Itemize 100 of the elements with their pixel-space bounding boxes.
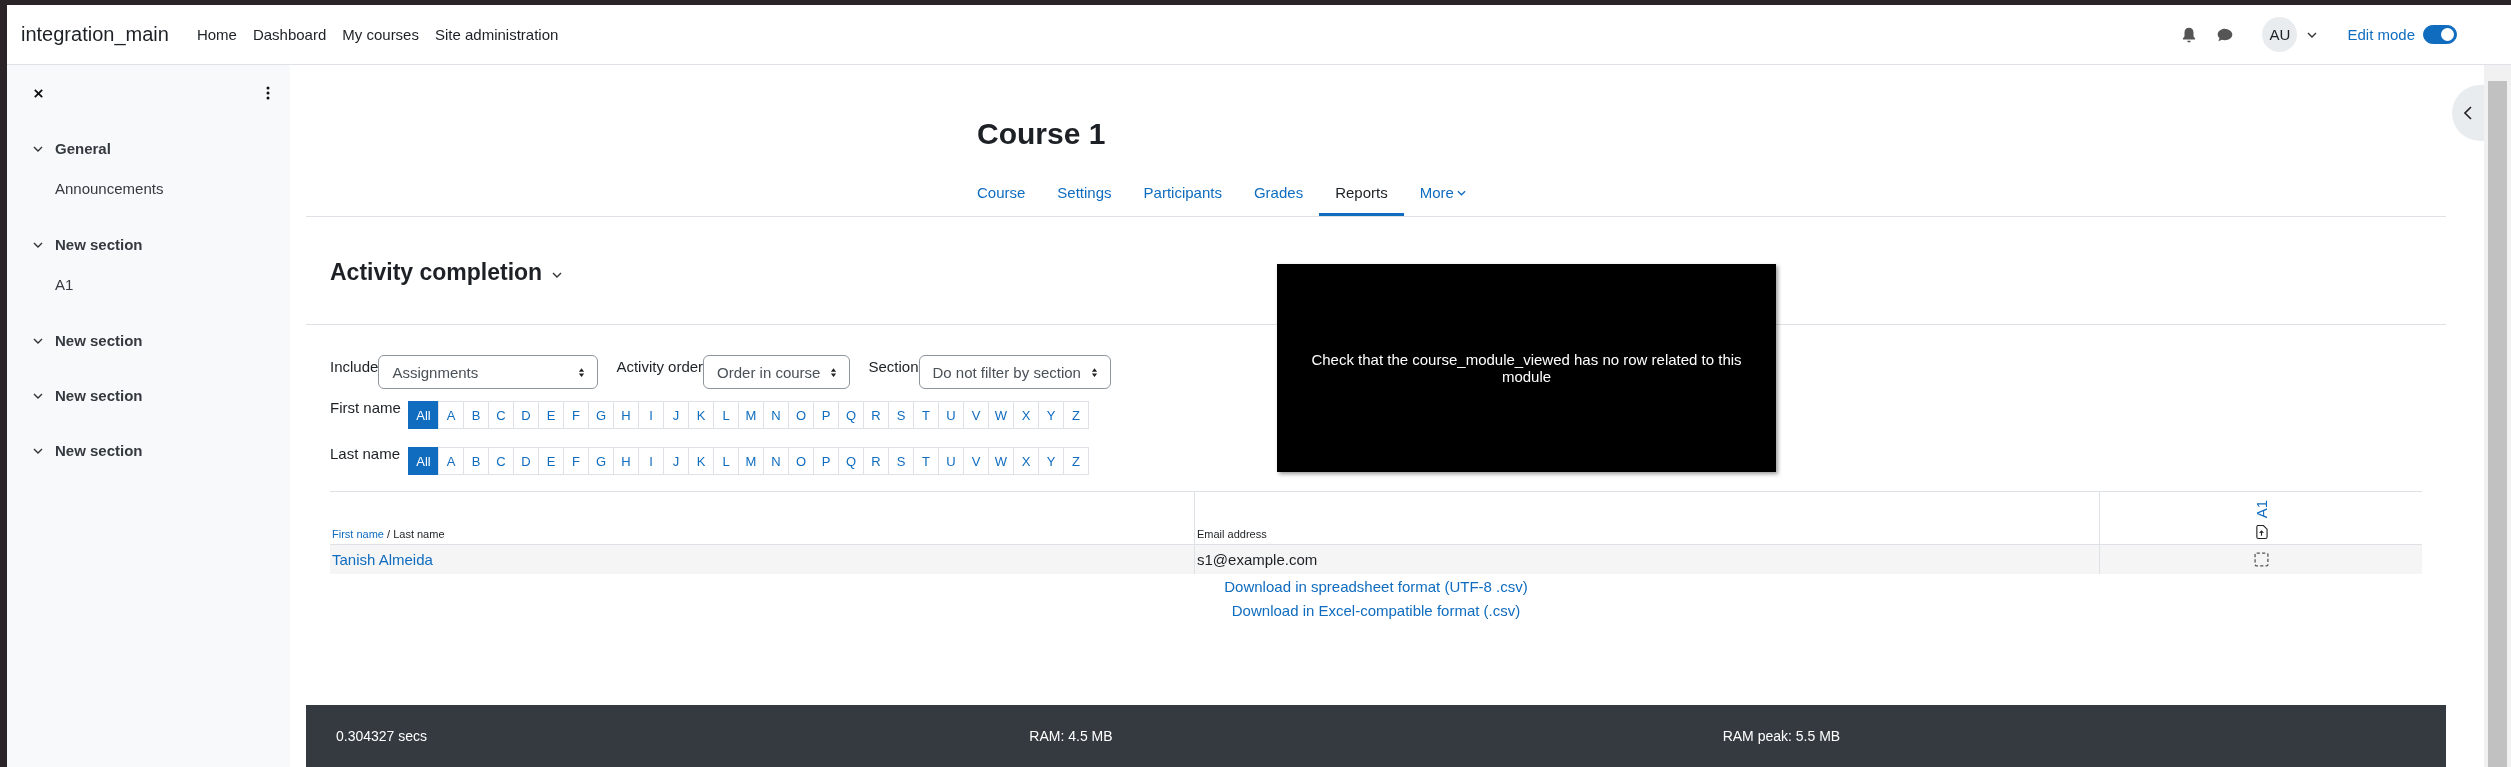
initial-filter[interactable]: I: [638, 447, 664, 475]
sort-link[interactable]: First name: [332, 528, 384, 541]
initial-filter[interactable]: Q: [838, 401, 864, 429]
initial-filter[interactable]: C: [488, 447, 514, 475]
chevron-icon[interactable]: [33, 145, 43, 152]
initial-filter[interactable]: H: [613, 447, 639, 475]
nav-link[interactable]: Home: [196, 26, 237, 43]
initial-filter[interactable]: Z: [1063, 447, 1089, 475]
initial-filter[interactable]: Z: [1063, 401, 1089, 429]
initial-filter[interactable]: F: [563, 447, 589, 475]
section-item[interactable]: Announcements: [55, 179, 270, 199]
nav-link[interactable]: My courses: [342, 26, 419, 43]
initial-filter[interactable]: U: [938, 447, 964, 475]
course-tab[interactable]: Grades: [1237, 167, 1320, 216]
more-options-icon[interactable]: [266, 86, 270, 100]
initial-filter[interactable]: J: [663, 447, 689, 475]
initial-filter[interactable]: Q: [838, 447, 864, 475]
caret-icon[interactable]: [2307, 31, 2318, 38]
download-link[interactable]: Download in spreadsheet format (UTF-8 .csv): [1224, 578, 1528, 596]
initial-filter[interactable]: X: [1013, 447, 1039, 475]
course-tab[interactable]: Course: [977, 167, 1042, 216]
initial-filter[interactable]: O: [788, 447, 814, 475]
initial-filter[interactable]: F: [563, 401, 589, 429]
initial-filter[interactable]: A: [438, 447, 464, 475]
initial-filter[interactable]: X: [1013, 401, 1039, 429]
initial-filter[interactable]: K: [688, 447, 714, 475]
initial-filter[interactable]: B: [463, 447, 489, 475]
filter-label: Section: [868, 357, 919, 375]
filter-select[interactable]: Do not filter by section: [918, 355, 1111, 389]
initial-filter[interactable]: R: [863, 401, 889, 429]
initial-filter[interactable]: D: [513, 401, 539, 429]
download-link[interactable]: Download in Excel-compatible format (.csv): [1231, 602, 1521, 620]
section-title[interactable]: New section: [55, 387, 143, 404]
drawer-toggle-button[interactable]: [2452, 85, 2484, 141]
close-icon[interactable]: [33, 87, 44, 99]
initial-filter[interactable]: K: [688, 401, 714, 429]
initial-filter[interactable]: Y: [1038, 401, 1064, 429]
filter-select[interactable]: Assignments: [378, 355, 599, 389]
initial-filter[interactable]: L: [713, 447, 739, 475]
initial-filter[interactable]: T: [913, 447, 939, 475]
nav-link[interactable]: Dashboard: [252, 26, 327, 43]
section-title[interactable]: General: [55, 140, 111, 157]
initial-filter[interactable]: I: [638, 401, 664, 429]
initial-filter[interactable]: M: [738, 401, 764, 429]
initial-filter[interactable]: W: [988, 401, 1014, 429]
initial-filter[interactable]: W: [988, 447, 1014, 475]
initial-filter[interactable]: M: [738, 447, 764, 475]
initial-filter[interactable]: G: [588, 447, 614, 475]
initial-filter[interactable]: R: [863, 447, 889, 475]
initial-filter[interactable]: E: [538, 401, 564, 429]
initials-label: First name: [330, 399, 402, 416]
course-tab[interactable]: Participants: [1127, 167, 1238, 216]
user-name-link[interactable]: Tanish Almeida: [332, 551, 433, 569]
section-title[interactable]: New section: [55, 236, 143, 253]
initial-filter[interactable]: All: [408, 447, 439, 475]
initial-filter[interactable]: N: [763, 401, 789, 429]
caret-icon: [1456, 189, 1466, 196]
initial-filter[interactable]: A: [438, 401, 464, 429]
user-avatar[interactable]: AU: [2262, 17, 2298, 52]
section-title[interactable]: New section: [55, 442, 143, 459]
chevron-left-icon: [2464, 106, 2472, 120]
section-item[interactable]: A1: [55, 275, 270, 295]
scrollbar[interactable]: [2484, 65, 2511, 767]
initial-filter[interactable]: N: [763, 447, 789, 475]
initial-filter[interactable]: O: [788, 401, 814, 429]
initials-label: Last name: [330, 445, 402, 462]
chevron-icon[interactable]: [33, 337, 43, 344]
site-name[interactable]: integration_main: [21, 23, 169, 46]
initial-filter[interactable]: J: [663, 401, 689, 429]
column-header: / Last name: [387, 528, 445, 541]
chevron-icon[interactable]: [33, 447, 43, 454]
filter-select[interactable]: Order in course: [703, 355, 851, 389]
performance-stat: RAM: 4.5 MB: [1029, 728, 1114, 744]
initial-filter[interactable]: U: [938, 401, 964, 429]
initial-filter[interactable]: Y: [1038, 447, 1064, 475]
initial-filter[interactable]: P: [813, 401, 839, 429]
initial-filter[interactable]: L: [713, 401, 739, 429]
initial-filter[interactable]: S: [888, 401, 914, 429]
section-title[interactable]: New section: [55, 332, 143, 349]
initial-filter[interactable]: T: [913, 401, 939, 429]
nav-link[interactable]: Site administration: [434, 26, 559, 43]
initial-filter[interactable]: V: [963, 447, 989, 475]
initial-filter[interactable]: H: [613, 401, 639, 429]
initial-filter[interactable]: C: [488, 401, 514, 429]
initial-filter[interactable]: G: [588, 401, 614, 429]
initial-filter[interactable]: D: [513, 447, 539, 475]
initial-filter[interactable]: E: [538, 447, 564, 475]
activity-link[interactable]: A1: [2252, 500, 2270, 519]
initial-filter[interactable]: S: [888, 447, 914, 475]
initial-filter[interactable]: V: [963, 401, 989, 429]
more-menu-tab[interactable]: More: [1403, 167, 1482, 216]
chevron-icon[interactable]: [33, 241, 43, 248]
initial-filter[interactable]: All: [408, 401, 439, 429]
chevron-icon[interactable]: [33, 392, 43, 399]
course-tab[interactable]: Settings: [1041, 167, 1128, 216]
caret-icon[interactable]: [552, 271, 563, 278]
initial-filter[interactable]: B: [463, 401, 489, 429]
initial-filter[interactable]: P: [813, 447, 839, 475]
edit-mode-toggle[interactable]: [2423, 25, 2457, 44]
filter-label: Include: [330, 357, 379, 375]
